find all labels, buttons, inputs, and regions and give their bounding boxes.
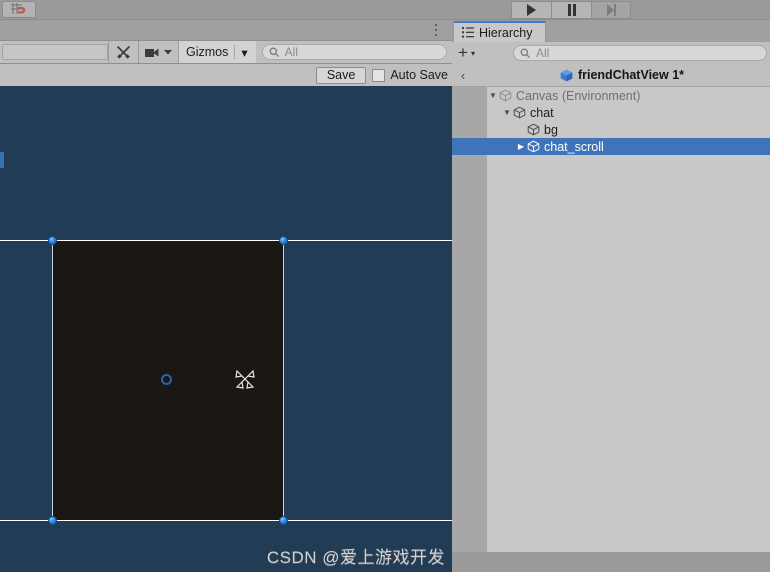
gameobject-cube-icon <box>513 106 526 119</box>
twisty-icon[interactable]: ▼ <box>487 91 499 100</box>
play-icon <box>527 4 536 16</box>
tab-hierarchy-label: Hierarchy <box>479 25 533 40</box>
scene-search-placeholder: All <box>284 45 298 59</box>
tree-row-chat[interactable]: ▼ chat <box>452 104 770 121</box>
breadcrumb-current[interactable]: friendChatView 1* <box>474 68 770 82</box>
scene-search-input[interactable]: All <box>261 44 447 60</box>
hierarchy-tab-strip: Hierarchy <box>452 20 770 42</box>
step-button[interactable] <box>591 1 631 19</box>
tree-row-bg[interactable]: bg <box>452 121 770 138</box>
save-button[interactable]: Save <box>315 66 367 84</box>
csdn-watermark: CSDN @爱上游戏开发 <box>266 548 445 567</box>
plus-icon: + <box>458 43 468 62</box>
resize-handle-top-left[interactable] <box>48 236 57 245</box>
camera-icon <box>145 48 159 57</box>
auto-save-label: Auto Save <box>390 68 448 82</box>
hierarchy-toolbar: + ▾ All <box>452 42 770 64</box>
breadcrumb-title: friendChatView 1* <box>577 68 685 82</box>
twisty-icon[interactable]: ▼ <box>501 108 513 117</box>
play-button[interactable] <box>511 1 551 19</box>
selection-line-bottom <box>0 520 452 521</box>
back-button[interactable]: ‹ <box>452 68 474 83</box>
global-toolbar <box>0 0 770 20</box>
tree-row-label: chat <box>530 105 554 120</box>
tree-row-label: Canvas (Environment) <box>516 88 641 103</box>
more-options-icon[interactable] <box>430 23 442 37</box>
selection-line-right <box>283 240 284 521</box>
hierarchy-icon <box>462 27 474 38</box>
pivot-point-icon[interactable] <box>161 374 172 385</box>
hierarchy-search-input[interactable]: All <box>512 45 767 61</box>
auto-save-checkbox[interactable] <box>372 68 386 82</box>
chevron-down-icon: ▾ <box>470 48 475 58</box>
tree-gutter <box>452 87 487 552</box>
tree-row-label: bg <box>544 122 558 137</box>
scene-view-panel: Gizmos ▾ All Save Auto Save CSDN @爱上游戏开发 <box>0 20 452 572</box>
scene-camera-button[interactable] <box>139 41 178 63</box>
scene-tools-button[interactable] <box>109 41 138 63</box>
add-gameobject-button[interactable]: + ▾ <box>452 43 481 63</box>
hierarchy-search-placeholder: All <box>535 46 550 60</box>
pause-icon <box>567 4 576 16</box>
viewport-left-scroll-indicator[interactable] <box>0 152 4 168</box>
chevron-down-icon <box>164 50 172 55</box>
move-tool-gizmo-icon[interactable] <box>232 366 258 392</box>
playmode-controls <box>511 1 631 19</box>
search-icon <box>520 48 531 58</box>
tools-icon <box>117 45 130 59</box>
prefab-cube-icon <box>560 69 573 81</box>
auto-save-group[interactable]: Auto Save <box>372 68 448 82</box>
gizmos-label: Gizmos <box>186 45 229 59</box>
unity-editor-window: Gizmos ▾ All Save Auto Save CSDN @爱上游戏开发… <box>0 0 770 572</box>
tree-row-canvas[interactable]: ▼ Canvas (Environment) <box>452 87 770 104</box>
scene-viewport[interactable]: CSDN @爱上游戏开发 <box>0 86 452 572</box>
resize-handle-bottom-left[interactable] <box>48 516 57 525</box>
prefab-save-bar: Save Auto Save <box>0 64 452 86</box>
gizmos-chevron-down-icon[interactable]: ▾ <box>241 45 255 60</box>
scene-tab-strip <box>0 20 452 40</box>
tab-hierarchy[interactable]: Hierarchy <box>453 21 546 42</box>
twisty-icon[interactable]: ▶ <box>515 142 527 151</box>
hierarchy-tree[interactable]: ▼ Canvas (Environment) ▼ chat bg ▶ chat_… <box>452 87 770 552</box>
tree-row-label: chat_scroll <box>544 139 604 154</box>
gizmos-dropdown[interactable]: Gizmos ▾ <box>179 41 256 63</box>
magnet-snap-icon[interactable] <box>2 1 36 18</box>
step-icon <box>606 4 616 16</box>
search-icon <box>269 47 279 57</box>
gameobject-cube-icon <box>527 140 540 153</box>
gameobject-cube-icon <box>527 123 540 136</box>
pause-button[interactable] <box>551 1 591 19</box>
selection-line-left <box>52 240 53 521</box>
gameobject-cube-icon <box>499 89 512 102</box>
tree-row-chat-scroll[interactable]: ▶ chat_scroll <box>452 138 770 155</box>
resize-handle-bottom-right[interactable] <box>279 516 288 525</box>
resize-handle-top-right[interactable] <box>279 236 288 245</box>
selection-line-top <box>0 240 452 241</box>
scene-toolbar-blank-field[interactable] <box>2 44 108 60</box>
hierarchy-panel: Hierarchy + ▾ All ‹ friendChatView 1* ▼ … <box>452 20 770 552</box>
gizmos-divider <box>234 45 236 59</box>
scene-toolbar: Gizmos ▾ All <box>0 40 452 64</box>
prefab-breadcrumb: ‹ friendChatView 1* <box>452 64 770 87</box>
